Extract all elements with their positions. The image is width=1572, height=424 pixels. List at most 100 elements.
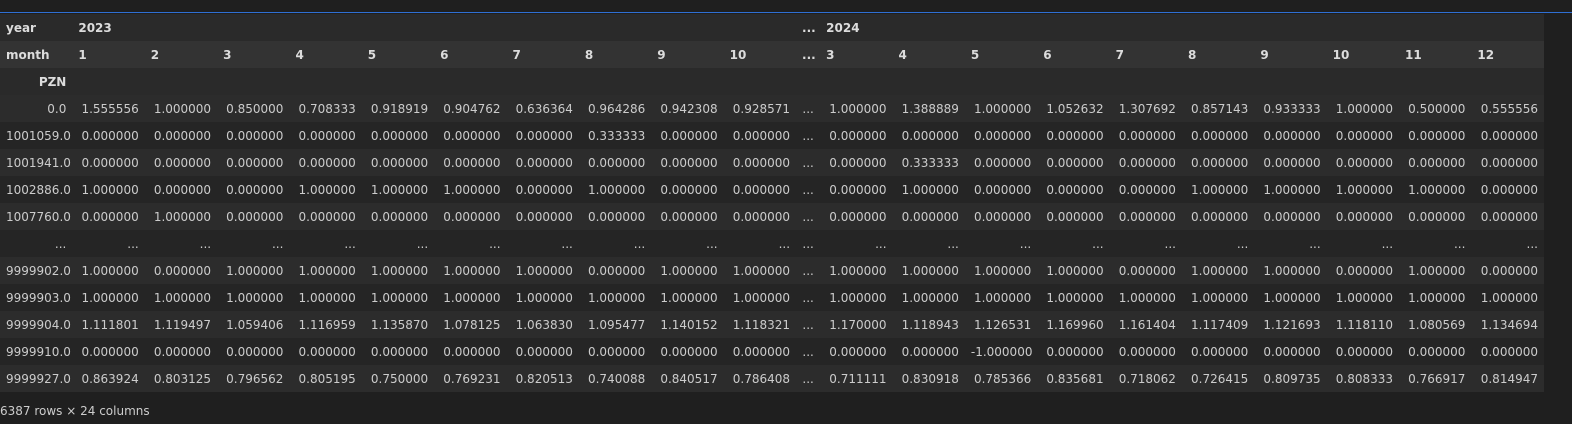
index-name-spacer	[72, 68, 144, 95]
table-cell: ...	[802, 236, 814, 251]
table-cell: 0.000000	[901, 128, 959, 143]
table-cell: 1.000000	[1480, 290, 1538, 305]
dataframe-output: year 2023... 2024 month 1 2 3 4 5 6 7 8 9 10... 3 4 5…	[0, 14, 1544, 394]
table-cell: 0.000000	[901, 344, 959, 359]
table-cell: 0.000000	[443, 155, 501, 170]
month-column-header: 8	[584, 47, 594, 62]
table-cell: 0.803125	[153, 371, 212, 386]
table-cell: 0.000000	[370, 344, 429, 359]
table-cell: 1.000000	[1263, 290, 1321, 305]
month-column-header: 6	[1043, 47, 1052, 62]
table-row: 1001941.0 0.000000 0.000000 0.000000 0.00000…	[0, 149, 1544, 176]
table-cell: 0.000000	[1046, 128, 1104, 143]
month-column-header: 1	[78, 47, 87, 62]
index-name-spacer	[217, 68, 289, 95]
table-cell: 1.000000	[587, 182, 646, 197]
table-cell: 1.000000	[1408, 263, 1466, 278]
header-row-month: month 1 2 3 4 5 6 7 8 9 10... 3 4 5 6 7 8 9 10 11 12	[0, 41, 1544, 68]
month-column-header: 4	[295, 47, 304, 62]
header-row-year: year 2023... 2024	[0, 14, 1544, 41]
table-cell: 0.000000	[298, 209, 356, 224]
table-cell: 0.000000	[1118, 155, 1176, 170]
table-body: 0.0 1.555556 1.000000 0.850000 0.708333 0.918…	[0, 95, 1544, 392]
table-cell: 1.111801	[81, 317, 139, 332]
month-column-header: 2	[150, 47, 160, 62]
index-name-spacer	[796, 68, 820, 95]
table-cell: ...	[344, 236, 356, 251]
table-cell: 0.000000	[1480, 155, 1538, 170]
index-name-spacer	[820, 68, 892, 95]
table-cell: 0.000000	[1046, 182, 1104, 197]
table-cell: 0.333333	[587, 128, 646, 143]
index-name-spacer	[434, 68, 506, 95]
table-cell: 0.814947	[1480, 371, 1538, 386]
table-cell: 0.500000	[1408, 101, 1466, 116]
table-cell: ...	[802, 317, 814, 332]
table-cell: 0.000000	[515, 209, 573, 224]
index-name-label: PZN	[38, 74, 67, 89]
table-cell: 0.708333	[298, 101, 356, 116]
table-cell: 1.116959	[298, 317, 356, 332]
table-cell: 1.000000	[973, 263, 1032, 278]
scrollbar-track[interactable]	[1544, 14, 1572, 394]
table-cell: ...	[802, 209, 814, 224]
table-cell: ...	[802, 263, 814, 278]
table-cell: 0.000000	[587, 155, 646, 170]
table-cell: 0.000000	[443, 128, 501, 143]
table-cell: 1.000000	[153, 290, 212, 305]
month-column-header: 12	[1477, 47, 1495, 62]
header-row-index-name: PZN	[0, 68, 1544, 95]
table-cell: 1.000000	[226, 290, 284, 305]
table-cell: 0.000000	[732, 344, 791, 359]
table-cell: 1.000000	[298, 290, 356, 305]
table-cell: 1.169960	[1046, 317, 1104, 332]
table-cell: 0.000000	[1191, 155, 1249, 170]
table-cell: 1.388889	[901, 101, 959, 116]
table-cell: 1.117409	[1191, 317, 1249, 332]
table-cell: 1.121693	[1263, 317, 1321, 332]
table-cell: 1.052632	[1046, 101, 1104, 116]
table-row: ........................................…	[0, 230, 1544, 257]
table-cell: 0.000000	[153, 344, 212, 359]
table-cell: 0.000000	[1480, 209, 1538, 224]
table-cell: 0.796562	[226, 371, 284, 386]
table-cell: 0.000000	[1335, 209, 1394, 224]
table-cell: 1.126531	[973, 317, 1032, 332]
table-cell: 1.000000	[1191, 182, 1249, 197]
month-column-header: 3	[826, 47, 835, 62]
table-cell: 0.000000	[153, 128, 212, 143]
table-cell: 0.000000	[153, 263, 212, 278]
month-column-header: 10	[729, 47, 747, 62]
table-cell: 1.000000	[1118, 290, 1176, 305]
table-cell: 0.000000	[587, 344, 646, 359]
table-cell: 1.118321	[732, 317, 791, 332]
table-cell: 0.809735	[1263, 371, 1321, 386]
row-index-label: 1001941.0	[6, 155, 71, 170]
table-cell: 0.000000	[81, 128, 139, 143]
table-cell: -1.000000	[970, 344, 1033, 359]
year-level-label: year	[6, 20, 36, 35]
month-column-header: 4	[898, 47, 907, 62]
table-cell: ...	[802, 155, 814, 170]
table-cell: 1.140152	[660, 317, 718, 332]
table-cell: 0.000000	[732, 128, 791, 143]
table-cell: 0.000000	[587, 209, 646, 224]
table-cell: 0.000000	[226, 209, 284, 224]
table-cell: 1.000000	[1408, 290, 1466, 305]
table-cell: 0.000000	[153, 155, 212, 170]
table-cell: 1.000000	[1335, 290, 1394, 305]
table-cell: 1.000000	[1191, 290, 1249, 305]
table-cell: 1.307692	[1118, 101, 1176, 116]
table-cell: 0.840517	[660, 371, 718, 386]
table-cell: 1.000000	[1046, 263, 1104, 278]
year-group-header: ...	[802, 20, 816, 35]
month-level-label: month	[6, 47, 50, 62]
table-cell: 0.000000	[829, 155, 887, 170]
index-name-spacer	[1037, 68, 1109, 95]
table-cell: 0.942308	[660, 101, 718, 116]
table-cell: 1.000000	[370, 290, 429, 305]
index-name-spacer	[362, 68, 434, 95]
table-cell: 0.786408	[732, 371, 791, 386]
index-name-spacer	[1254, 68, 1326, 95]
table-cell: 0.000000	[1046, 209, 1104, 224]
